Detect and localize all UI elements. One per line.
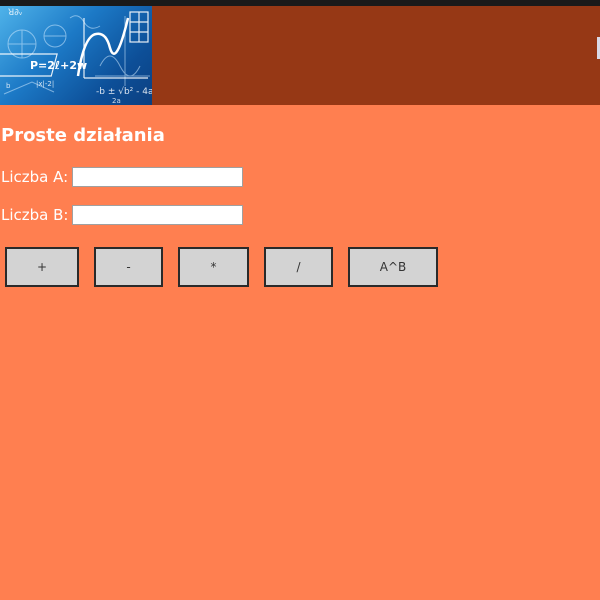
multiply-button[interactable]: * (178, 247, 249, 287)
svg-text:2a: 2a (112, 97, 121, 105)
input-liczba-b[interactable] (72, 205, 244, 225)
header-banner: ꓤ∂ᵥ -b ± √b² - 4ac 2a |x|-2| b P=2ℓ+2w (0, 6, 600, 105)
svg-text:-b ± √b² - 4ac: -b ± √b² - 4ac (96, 86, 152, 97)
svg-text:|x|-2|: |x|-2| (36, 80, 54, 88)
svg-text:b: b (6, 82, 11, 90)
subtract-button[interactable]: - (94, 247, 163, 287)
divide-button[interactable]: / (264, 247, 333, 287)
field-row-b: Liczba B: (1, 204, 244, 226)
input-liczba-a[interactable] (72, 167, 244, 187)
math-chalkboard-logo: ꓤ∂ᵥ -b ± √b² - 4ac 2a |x|-2| b P=2ℓ+2w (0, 6, 152, 105)
field-row-a: Liczba A: (1, 166, 244, 188)
logo-formula: P=2ℓ+2w (30, 59, 87, 72)
logo-graphic: ꓤ∂ᵥ -b ± √b² - 4ac 2a |x|-2| b P=2ℓ+2w (0, 8, 152, 105)
label-liczba-a: Liczba A: (1, 168, 69, 186)
label-liczba-b: Liczba B: (1, 206, 69, 224)
power-button[interactable]: A^B (348, 247, 438, 287)
add-button[interactable]: + (5, 247, 79, 287)
page-title: Proste działania (1, 125, 165, 146)
svg-text:ꓤ∂ᵥ: ꓤ∂ᵥ (8, 8, 23, 18)
